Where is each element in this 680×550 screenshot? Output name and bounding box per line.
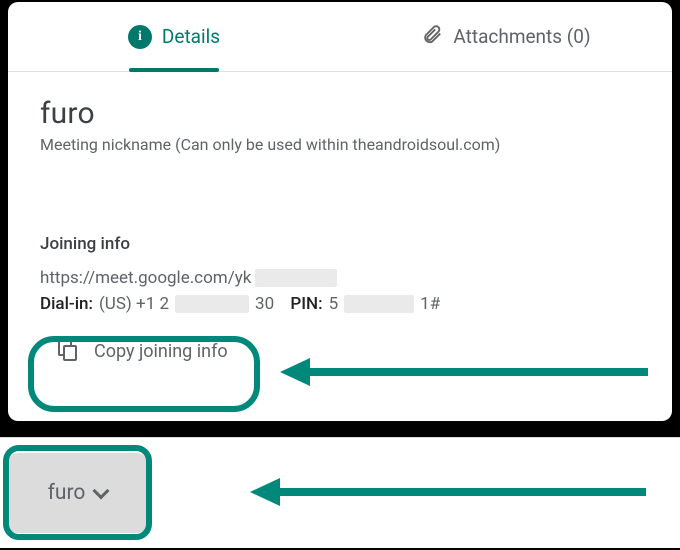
tab-attachments[interactable]: Attachments (0) xyxy=(340,2,672,71)
tab-attachments-label: Attachments (0) xyxy=(453,25,590,48)
meeting-chip-button[interactable]: furo xyxy=(8,453,147,533)
copy-icon xyxy=(58,340,80,362)
pin-prefix: 5 xyxy=(329,294,339,314)
joining-info-title: Joining info xyxy=(40,234,640,254)
pin-suffix: 1# xyxy=(420,294,440,314)
meeting-subtext: Meeting nickname (Can only be used withi… xyxy=(40,135,640,154)
tab-details[interactable]: i Details xyxy=(8,2,340,71)
tab-details-label: Details xyxy=(162,25,220,48)
meeting-link-text: https://meet.google.com/yk xyxy=(40,268,251,288)
dial-in-prefix: (US) +1 2 xyxy=(99,294,169,314)
redacted-block xyxy=(344,295,414,313)
pin-label: PIN: xyxy=(290,294,322,314)
chevron-down-icon xyxy=(93,483,110,500)
chip-label: furo xyxy=(48,481,86,505)
tab-underline xyxy=(129,68,219,72)
redacted-block xyxy=(175,295,249,313)
meeting-link: https://meet.google.com/yk xyxy=(40,268,640,288)
card-content: furo Meeting nickname (Can only be used … xyxy=(8,72,672,384)
meeting-nickname: furo xyxy=(40,96,640,131)
copy-button-label: Copy joining info xyxy=(94,341,228,362)
copy-joining-info-button[interactable]: Copy joining info xyxy=(36,328,250,374)
attachment-icon xyxy=(421,23,443,50)
details-card: i Details Attachments (0) furo Meeting n… xyxy=(8,2,672,421)
dial-in-row: Dial-in: (US) +1 2 30 PIN: 5 1# xyxy=(40,294,640,314)
info-icon: i xyxy=(128,25,152,49)
dial-in-label: Dial-in: xyxy=(40,294,93,314)
tabs-bar: i Details Attachments (0) xyxy=(8,2,672,72)
dial-in-mid: 30 xyxy=(255,294,274,314)
redacted-block xyxy=(255,269,337,287)
